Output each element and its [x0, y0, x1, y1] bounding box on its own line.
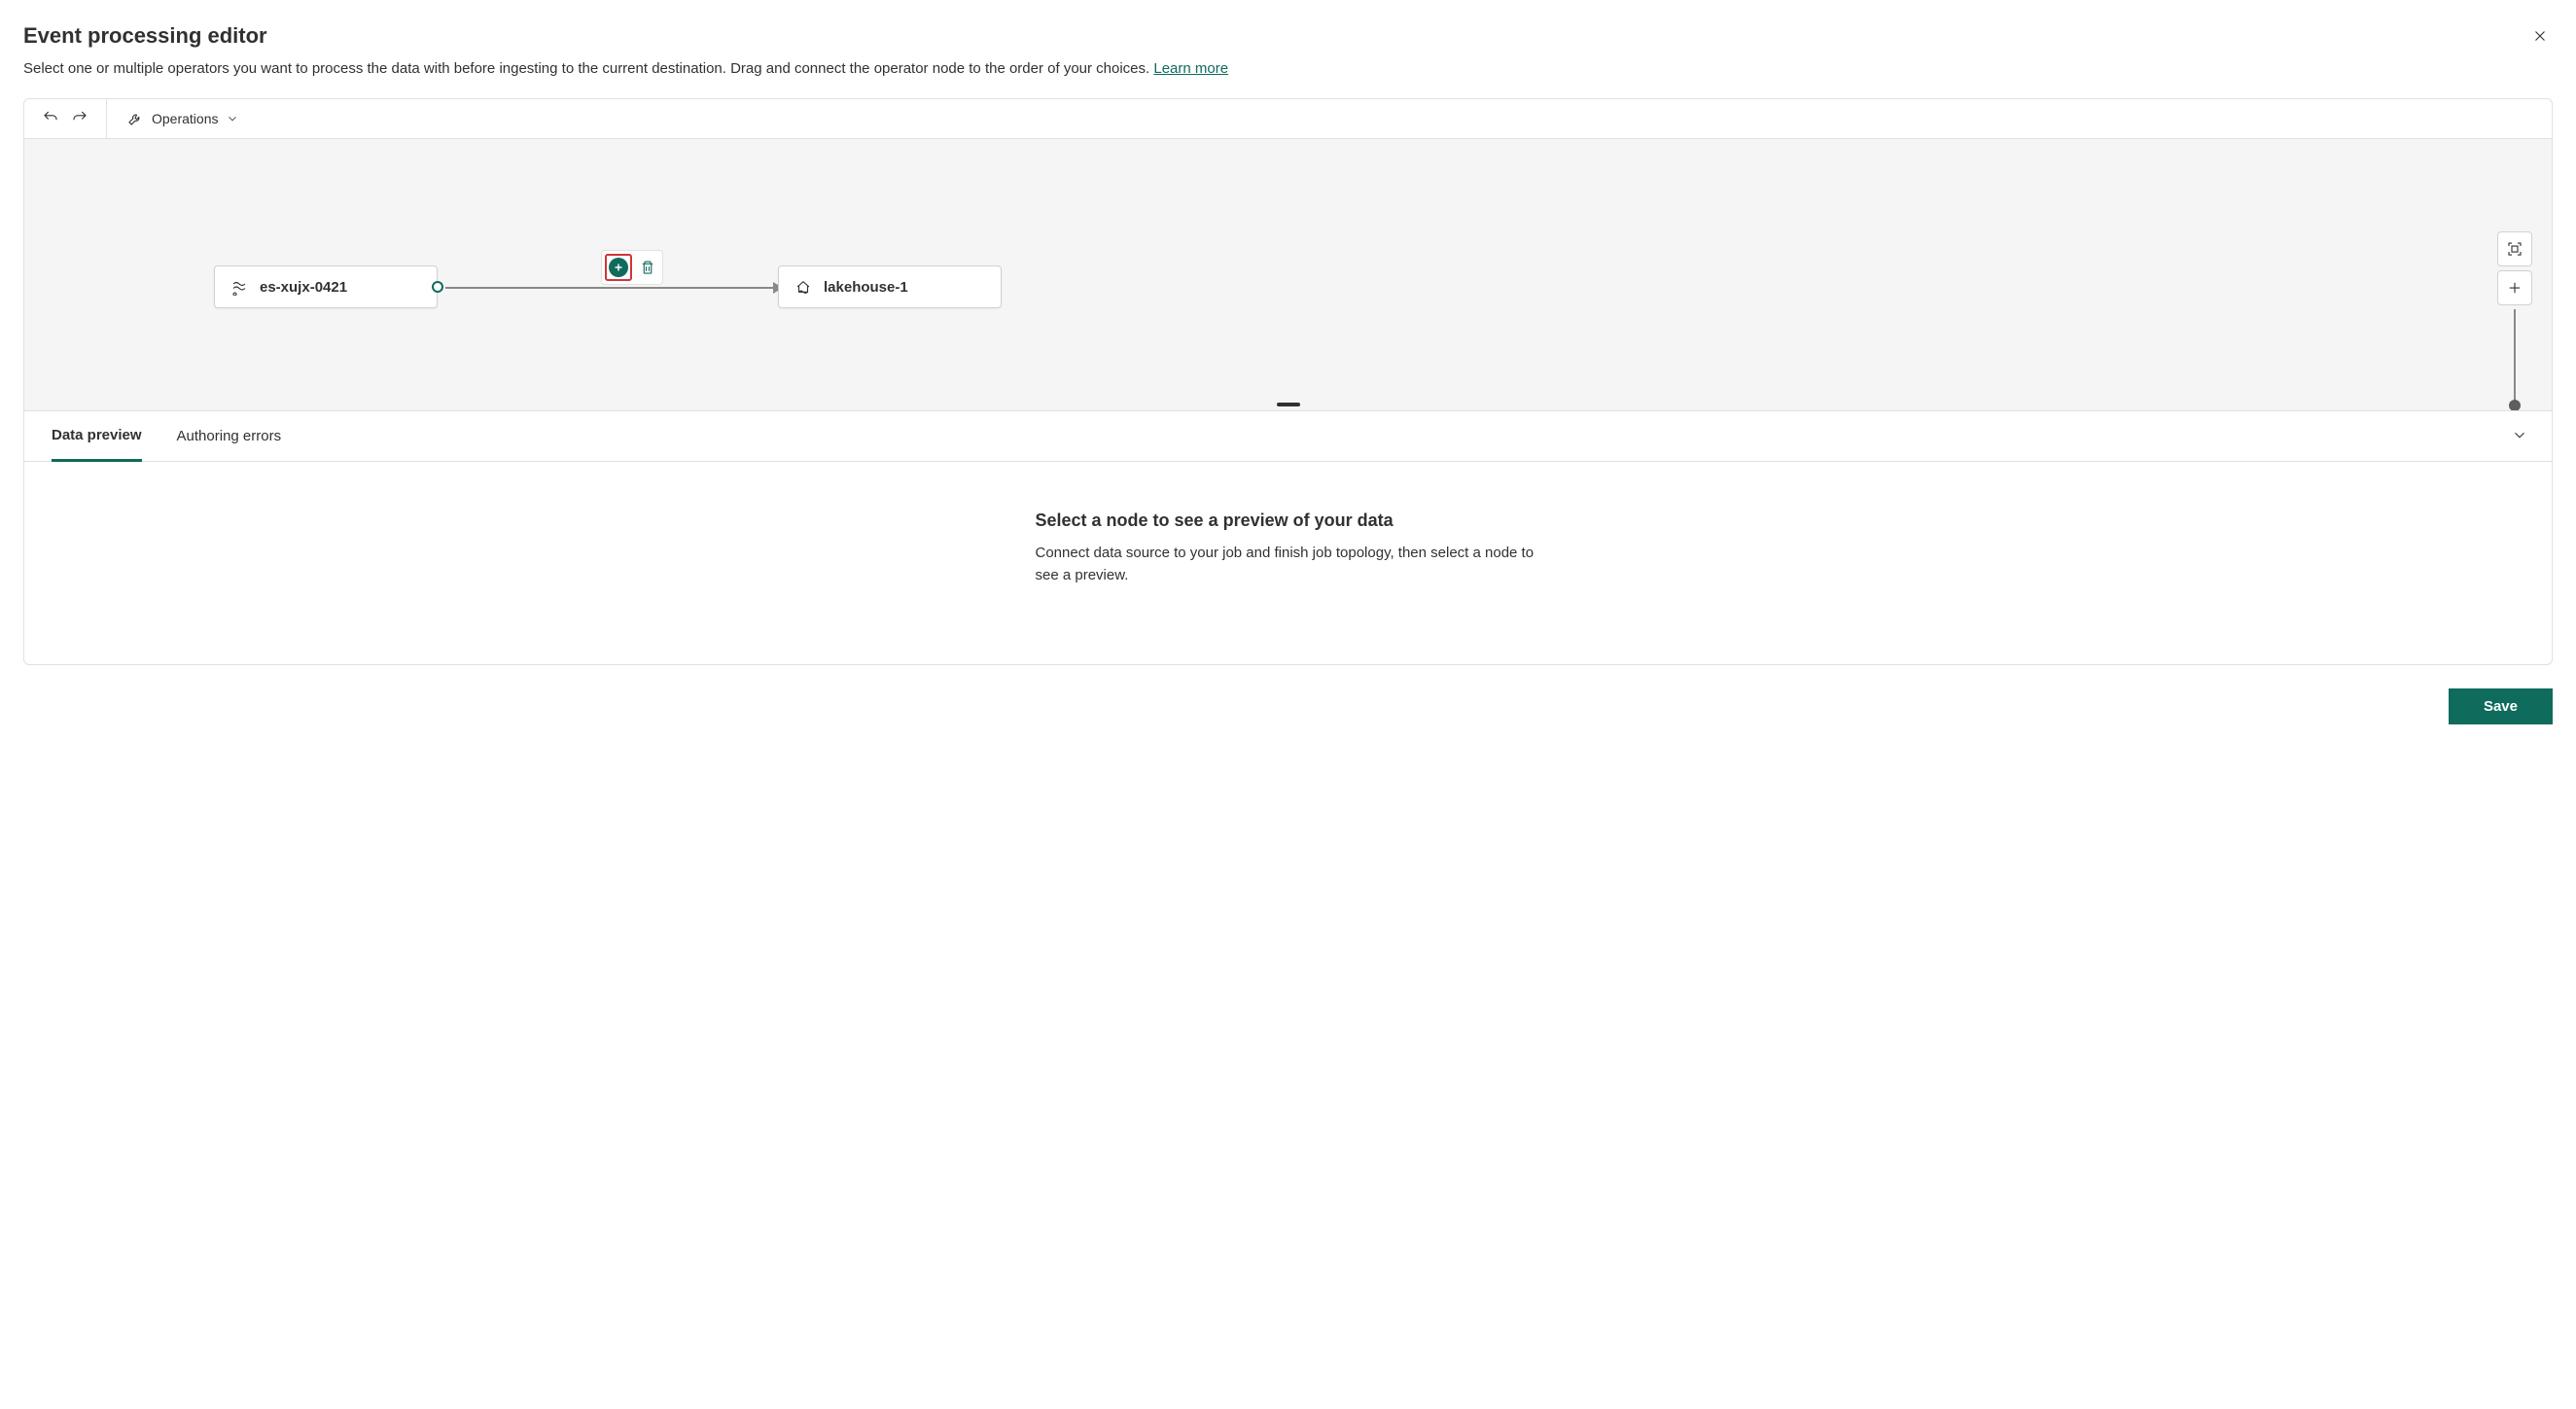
learn-more-link[interactable]: Learn more	[1153, 60, 1228, 77]
connection-toolbar	[601, 250, 663, 285]
source-output-port[interactable]	[432, 281, 443, 293]
add-operator-button[interactable]	[605, 254, 632, 281]
empty-state-title: Select a node to see a preview of your d…	[1036, 511, 1541, 531]
save-button[interactable]: Save	[2449, 688, 2553, 724]
wrench-icon	[126, 110, 144, 127]
stream-icon	[230, 278, 248, 296]
destination-node-label: lakehouse-1	[824, 279, 908, 296]
close-icon	[2531, 27, 2549, 45]
plus-circle-icon	[609, 258, 628, 277]
zoom-controls	[2497, 231, 2532, 406]
operations-dropdown[interactable]: Operations	[119, 106, 247, 131]
panel-tabs: Data preview Authoring errors	[24, 411, 2552, 462]
source-node-label: es-xujx-0421	[260, 279, 347, 296]
zoom-slider-thumb[interactable]	[2509, 400, 2521, 411]
trash-icon	[639, 259, 656, 276]
connection-line[interactable]	[445, 287, 778, 289]
lakehouse-icon	[794, 278, 812, 296]
collapse-panel-button[interactable]	[2507, 422, 2532, 450]
editor-canvas[interactable]: es-xujx-0421 lakehouse-1	[23, 139, 2553, 411]
tab-data-preview[interactable]: Data preview	[52, 411, 142, 462]
tab-authoring-errors[interactable]: Authoring errors	[177, 412, 282, 460]
zoom-in-button[interactable]	[2497, 270, 2532, 305]
destination-node[interactable]: lakehouse-1	[778, 265, 1002, 308]
undo-icon	[42, 109, 59, 126]
editor-toolbar: Operations	[23, 98, 2553, 139]
fit-icon	[2506, 240, 2523, 258]
editor-header: Event processing editor Select one or mu…	[23, 23, 2553, 79]
panel-content: Select a node to see a preview of your d…	[24, 462, 2552, 664]
redo-icon	[71, 109, 88, 126]
chevron-down-icon	[2511, 426, 2528, 443]
redo-button[interactable]	[65, 105, 94, 133]
plus-icon	[2506, 279, 2523, 297]
zoom-slider[interactable]	[2514, 309, 2516, 406]
delete-connection-button[interactable]	[636, 256, 659, 279]
page-subtitle: Select one or multiple operators you wan…	[23, 58, 2527, 79]
page-title: Event processing editor	[23, 23, 2527, 49]
empty-state: Select a node to see a preview of your d…	[1036, 511, 1541, 586]
empty-state-description: Connect data source to your job and fini…	[1036, 543, 1541, 586]
undo-button[interactable]	[36, 105, 65, 133]
chevron-down-icon	[226, 112, 239, 125]
close-button[interactable]	[2527, 23, 2553, 54]
panel-resize-handle[interactable]	[1277, 403, 1300, 406]
source-node[interactable]: es-xujx-0421	[214, 265, 438, 308]
fit-view-button[interactable]	[2497, 231, 2532, 266]
bottom-panel: Data preview Authoring errors Select a n…	[23, 411, 2553, 665]
footer: Save	[23, 688, 2553, 724]
